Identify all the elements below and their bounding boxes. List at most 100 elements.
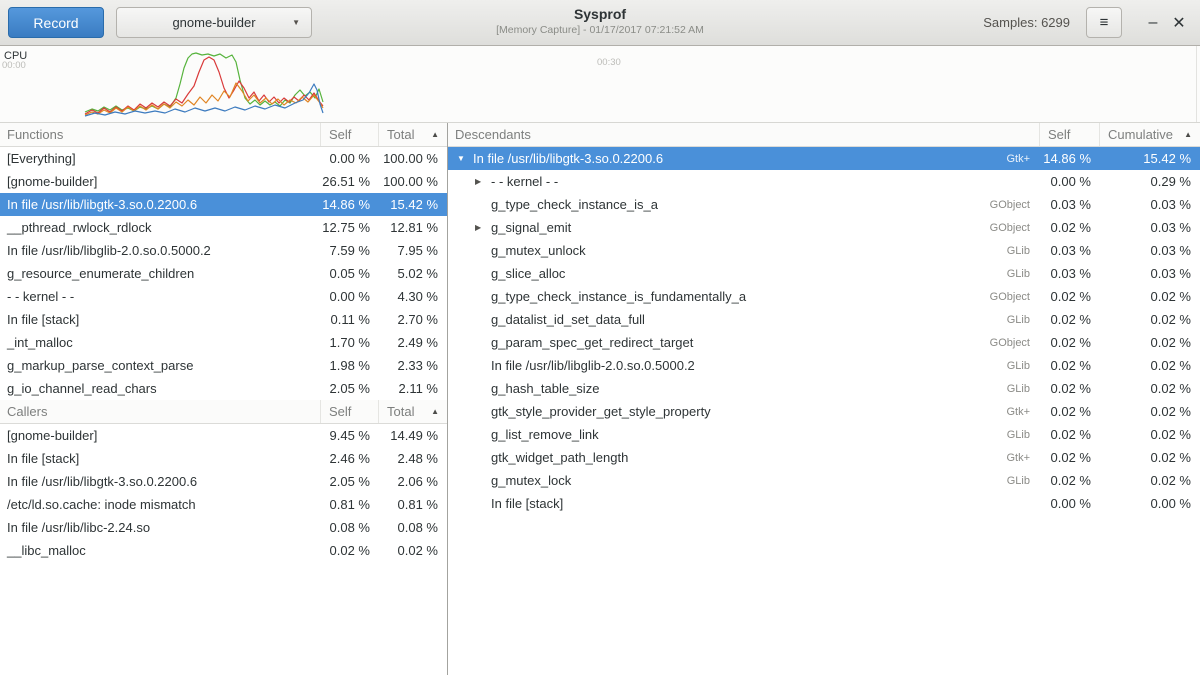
descendant-self-percent: 0.02 % [1040,450,1100,465]
function-row[interactable]: g_markup_parse_context_parse 1.98 % 2.33… [0,354,447,377]
callers-column-header[interactable]: Callers [0,400,321,423]
sort-indicator-icon: ▲ [1184,130,1192,139]
caller-row[interactable]: /etc/ld.so.cache: inode mismatch 0.81 % … [0,493,447,516]
function-name: _int_malloc [6,335,321,350]
descendants-cumulative-column-header[interactable]: Cumulative ▲ [1100,123,1200,146]
descendant-row[interactable]: g_mutex_unlock GLib 0.03 % 0.03 % [448,239,1200,262]
function-row[interactable]: g_io_channel_read_chars 2.05 % 2.11 % [0,377,447,400]
function-row[interactable]: In file /usr/lib/libglib-2.0.so.0.5000.2… [0,239,447,262]
descendant-row[interactable]: g_slice_alloc GLib 0.03 % 0.03 % [448,262,1200,285]
descendant-row[interactable]: g_mutex_lock GLib 0.02 % 0.02 % [448,469,1200,492]
time-tick-start: 00:00 [2,60,26,71]
close-button[interactable]: ✕ [1166,8,1192,38]
left-pane: Functions Self Total ▲ [Everything] 0.00… [0,123,448,675]
right-pane: Descendants Self Cumulative ▲ ▼ In file … [448,123,1200,675]
descendant-self-percent: 0.02 % [1040,358,1100,373]
record-button[interactable]: Record [8,7,104,38]
functions-column-header[interactable]: Functions [0,123,321,146]
expander-icon[interactable]: ▶ [472,177,490,186]
descendant-row[interactable]: gtk_widget_path_length Gtk+ 0.02 % 0.02 … [448,446,1200,469]
callers-total-column-header[interactable]: Total ▲ [379,400,447,423]
library-badge: GLib [1007,475,1030,487]
function-row[interactable]: __pthread_rwlock_rdlock 12.75 % 12.81 % [0,216,447,239]
descendant-self-percent: 0.02 % [1040,289,1100,304]
function-total-percent: 4.30 % [379,289,447,304]
function-total-percent: 5.02 % [379,266,447,281]
caller-name: In file /usr/lib/libgtk-3.so.0.2200.6 [6,474,321,489]
caller-row[interactable]: In file /usr/lib/libc-2.24.so 0.08 % 0.0… [0,516,447,539]
caller-row[interactable]: __libc_malloc 0.02 % 0.02 % [0,539,447,562]
caller-self-percent: 2.05 % [321,474,379,489]
descendant-cumulative-percent: 0.02 % [1100,381,1200,396]
samples-count: Samples: 6299 [983,15,1070,30]
function-name: In file /usr/lib/libglib-2.0.so.0.5000.2 [6,243,321,258]
library-badge: GObject [990,291,1030,303]
descendant-name: g_slice_alloc [490,266,1007,281]
caller-row[interactable]: In file /usr/lib/libgtk-3.so.0.2200.6 2.… [0,470,447,493]
descendant-row[interactable]: g_type_check_instance_is_fundamentally_a… [448,285,1200,308]
cpu-timeline[interactable]: CPU 00:00 00:30 [0,46,1200,123]
function-name: [gnome-builder] [6,174,321,189]
expander-icon[interactable]: ▼ [454,154,472,163]
function-self-percent: 26.51 % [321,174,379,189]
descendant-name: g_mutex_unlock [490,243,1007,258]
library-badge: Gtk+ [1006,452,1030,464]
descendant-row[interactable]: ▶ g_signal_emit GObject 0.02 % 0.03 % [448,216,1200,239]
descendant-row[interactable]: g_hash_table_size GLib 0.02 % 0.02 % [448,377,1200,400]
function-name: - - kernel - - [6,289,321,304]
process-selector-dropdown[interactable]: gnome-builder ▼ [116,7,312,38]
descendant-cumulative-percent: 0.00 % [1100,496,1200,511]
descendant-name: g_type_check_instance_is_a [490,197,990,212]
descendant-name: g_param_spec_get_redirect_target [490,335,990,350]
functions-table-body: [Everything] 0.00 % 100.00 % [gnome-buil… [0,147,447,400]
function-row[interactable]: [gnome-builder] 26.51 % 100.00 % [0,170,447,193]
descendant-cumulative-percent: 0.02 % [1100,335,1200,350]
descendant-self-percent: 0.02 % [1040,381,1100,396]
function-row[interactable]: _int_malloc 1.70 % 2.49 % [0,331,447,354]
function-row[interactable]: - - kernel - - 0.00 % 4.30 % [0,285,447,308]
expander-icon[interactable]: ▶ [472,223,490,232]
descendant-row[interactable]: g_datalist_id_set_data_full GLib 0.02 % … [448,308,1200,331]
descendant-row[interactable]: ▼ In file /usr/lib/libgtk-3.so.0.2200.6 … [448,147,1200,170]
function-total-percent: 100.00 % [379,174,447,189]
descendant-name: g_mutex_lock [490,473,1007,488]
minimize-button[interactable]: – [1140,8,1166,38]
descendant-cumulative-percent: 0.03 % [1100,266,1200,281]
headerbar: Record gnome-builder ▼ Sysprof [Memory C… [0,0,1200,46]
chevron-down-icon: ▼ [292,18,300,27]
descendant-cumulative-percent: 0.02 % [1100,358,1200,373]
header-right-controls: Samples: 6299 ≡ – ✕ [983,7,1192,38]
function-row[interactable]: In file [stack] 0.11 % 2.70 % [0,308,447,331]
hamburger-menu-button[interactable]: ≡ [1086,7,1122,38]
function-self-percent: 1.98 % [321,358,379,373]
caller-row[interactable]: [gnome-builder] 9.45 % 14.49 % [0,424,447,447]
descendant-row[interactable]: ▶ - - kernel - - 0.00 % 0.29 % [448,170,1200,193]
process-selector-label: gnome-builder [172,15,255,30]
descendants-self-column-header[interactable]: Self [1040,123,1100,146]
descendant-row[interactable]: In file [stack] 0.00 % 0.00 % [448,492,1200,515]
callers-column-headers: Callers Self Total ▲ [0,400,447,424]
functions-self-column-header[interactable]: Self [321,123,379,146]
function-row[interactable]: [Everything] 0.00 % 100.00 % [0,147,447,170]
function-row[interactable]: g_resource_enumerate_children 0.05 % 5.0… [0,262,447,285]
descendant-cumulative-percent: 0.02 % [1100,312,1200,327]
descendant-self-percent: 0.02 % [1040,404,1100,419]
function-row[interactable]: In file /usr/lib/libgtk-3.so.0.2200.6 14… [0,193,447,216]
function-total-percent: 12.81 % [379,220,447,235]
callers-self-column-header[interactable]: Self [321,400,379,423]
functions-total-column-header[interactable]: Total ▲ [379,123,447,146]
caller-name: __libc_malloc [6,543,321,558]
descendant-row[interactable]: g_param_spec_get_redirect_target GObject… [448,331,1200,354]
caller-row[interactable]: In file [stack] 2.46 % 2.48 % [0,447,447,470]
function-name: g_markup_parse_context_parse [6,358,321,373]
caller-total-percent: 14.49 % [379,428,447,443]
minimize-icon: – [1149,14,1158,31]
descendant-row[interactable]: g_list_remove_link GLib 0.02 % 0.02 % [448,423,1200,446]
function-name: g_resource_enumerate_children [6,266,321,281]
descendant-row[interactable]: gtk_style_provider_get_style_property Gt… [448,400,1200,423]
descendants-column-header[interactable]: Descendants [448,123,1040,146]
descendant-name: gtk_widget_path_length [490,450,1006,465]
descendant-row[interactable]: g_type_check_instance_is_a GObject 0.03 … [448,193,1200,216]
descendant-row[interactable]: In file /usr/lib/libglib-2.0.so.0.5000.2… [448,354,1200,377]
descendant-self-percent: 0.03 % [1040,266,1100,281]
